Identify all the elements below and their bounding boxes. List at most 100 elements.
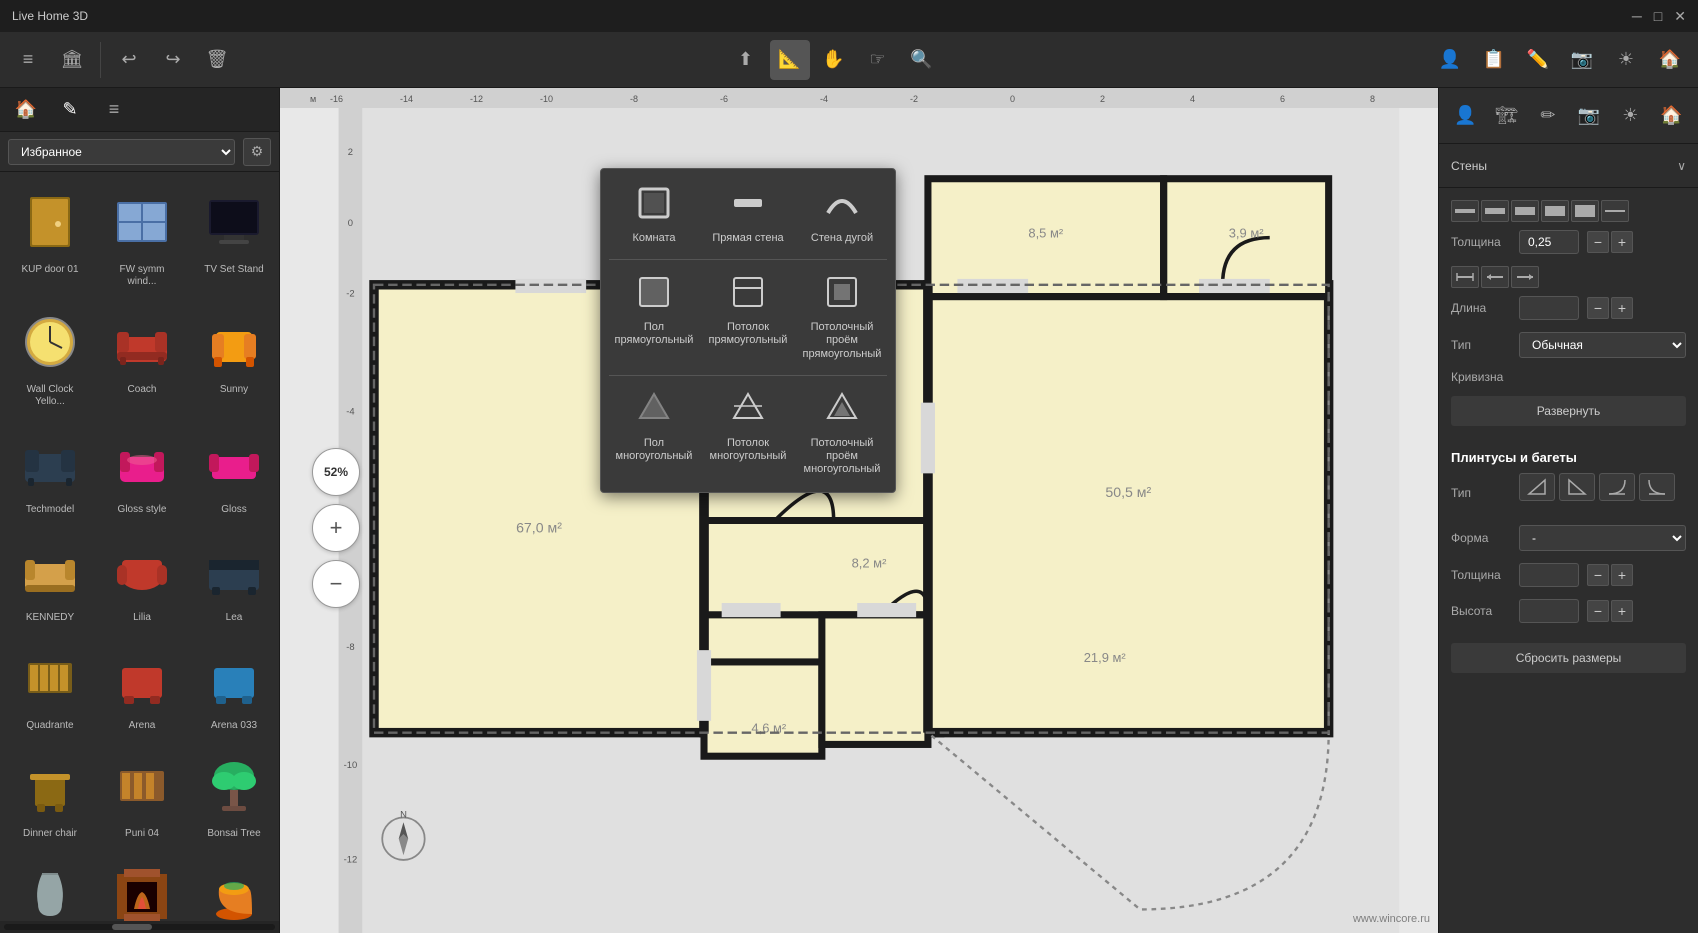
item-kennedy[interactable]: KENNEDY	[8, 528, 92, 628]
popup-rect-skylight[interactable]: Потолочный проём прямоугольный	[797, 266, 887, 369]
baseboard-height-input[interactable]	[1519, 599, 1579, 623]
build-mode-button[interactable]: 📐	[770, 40, 810, 80]
th-icon-3[interactable]	[1511, 200, 1539, 222]
th-icon-6[interactable]	[1601, 200, 1629, 222]
person-icon-btn[interactable]: 👤	[1430, 40, 1470, 80]
baseboard-thickness-plus[interactable]: +	[1611, 564, 1633, 586]
walk-mode-button[interactable]: ✋	[814, 40, 854, 80]
delete-button[interactable]: 🗑	[197, 40, 237, 80]
baseboard-height-minus[interactable]: −	[1587, 600, 1609, 622]
item-lea[interactable]: Lea	[192, 528, 276, 628]
right-tool-2[interactable]: 🏗	[1488, 96, 1525, 136]
reset-button[interactable]: Сбросить размеры	[1451, 643, 1686, 673]
popup-poly-floor[interactable]: Пол многоугольный	[609, 382, 699, 485]
right-tool-3[interactable]: ✏	[1529, 96, 1566, 136]
th-icon-2[interactable]	[1481, 200, 1509, 222]
draw-button[interactable]: ✏️	[1518, 40, 1558, 80]
tab-list[interactable]: ≡	[96, 92, 132, 128]
item-vase-teftonian[interactable]: Vase Teftonian	[8, 852, 92, 921]
type-select[interactable]: Обычная	[1519, 332, 1686, 358]
baseboard-type-icon-2[interactable]	[1559, 473, 1595, 501]
baseboard-thickness-input[interactable]	[1519, 563, 1579, 587]
length-minus[interactable]: −	[1587, 297, 1609, 319]
right-tool-1[interactable]: 👤	[1447, 96, 1484, 136]
item-sunny[interactable]: Sunny	[192, 300, 276, 412]
home-button[interactable]: 🏠	[1650, 40, 1690, 80]
popup-poly-skylight[interactable]: Потолочный проём многоугольный	[797, 382, 887, 485]
thickness-plus[interactable]: +	[1611, 231, 1633, 253]
th-icon-4[interactable]	[1541, 200, 1569, 222]
th-icon-1[interactable]	[1451, 200, 1479, 222]
camera-button[interactable]: 📷	[1562, 40, 1602, 80]
item-quadrante[interactable]: Quadrante	[8, 636, 92, 736]
popup-rect-ceiling[interactable]: Потолок прямоугольный	[703, 266, 793, 369]
right-tool-5[interactable]: ☀	[1612, 96, 1649, 136]
item-dinner-chair[interactable]: Dinner chair	[8, 744, 92, 844]
left-scrollbar[interactable]	[0, 921, 279, 933]
baseboard-type-icon-4[interactable]	[1639, 473, 1675, 501]
len-icon-3[interactable]	[1511, 266, 1539, 288]
zoom-out-button[interactable]: −	[312, 560, 360, 608]
search-button[interactable]: 🔍	[902, 40, 942, 80]
render-button[interactable]: ☀	[1606, 40, 1646, 80]
arc-wall-icon	[824, 185, 860, 228]
popup-rect-floor[interactable]: Пол прямоугольный	[609, 266, 699, 369]
baseboard-height-plus[interactable]: +	[1611, 600, 1633, 622]
tab-edit[interactable]: ✎	[52, 92, 88, 128]
item-gloss[interactable]: Gloss	[192, 420, 276, 520]
library-button[interactable]: 🏛	[52, 40, 92, 80]
item-tv-set-stand[interactable]: TV Set Stand	[192, 180, 276, 292]
item-arena-033[interactable]: Arena 033	[192, 636, 276, 736]
scrollbar-thumb[interactable]	[112, 924, 152, 930]
baseboard-type-icon-3[interactable]	[1599, 473, 1635, 501]
baseboard-shape-select[interactable]: -	[1519, 525, 1686, 551]
item-thumb-fw-symm-wind	[104, 184, 180, 260]
item-kup-door-01[interactable]: KUP door 01	[8, 180, 92, 292]
titlebar-controls[interactable]: ─ □ ✕	[1632, 8, 1686, 25]
popup-arc-wall[interactable]: Стена дугой	[797, 177, 887, 253]
blueprint-button[interactable]: 📋	[1474, 40, 1514, 80]
item-fireplace-brick[interactable]: Fireplace Brick	[100, 852, 184, 921]
item-puni-04[interactable]: Puni 04	[100, 744, 184, 844]
expand-button[interactable]: Развернуть	[1451, 396, 1686, 426]
redo-button[interactable]: ↪	[153, 40, 193, 80]
settings-button[interactable]: ⚙	[243, 138, 271, 166]
th-icon-5[interactable]	[1571, 200, 1599, 222]
menu-button[interactable]: ≡	[8, 40, 48, 80]
thickness-minus[interactable]: −	[1587, 231, 1609, 253]
item-pot[interactable]: Pot	[192, 852, 276, 921]
length-input[interactable]	[1519, 296, 1579, 320]
minimize-btn[interactable]: ─	[1632, 8, 1642, 25]
tab-home[interactable]: 🏠	[8, 92, 44, 128]
thickness-input[interactable]	[1519, 230, 1579, 254]
item-lilia[interactable]: Lilia	[100, 528, 184, 628]
item-coach[interactable]: Coach	[100, 300, 184, 412]
right-tool-6[interactable]: 🏠	[1653, 96, 1690, 136]
category-select[interactable]: Избранное	[8, 139, 235, 165]
popup-straight-wall[interactable]: Прямая стена	[703, 177, 793, 253]
zoom-in-button[interactable]: +	[312, 504, 360, 552]
item-wall-clock[interactable]: Wall Clock Yello...	[8, 300, 92, 412]
item-bonsai-tree[interactable]: Bonsai Tree	[192, 744, 276, 844]
maximize-btn[interactable]: □	[1654, 8, 1662, 25]
item-fw-symm-wind[interactable]: FW symm wind...	[100, 180, 184, 292]
canvas-area[interactable]: м -16 -14 -12 -10 -8 -6 -4 -2 0 2 4 6 8	[280, 88, 1438, 933]
poly-skylight-icon	[824, 390, 860, 433]
baseboard-type-icon-1[interactable]	[1519, 473, 1555, 501]
right-tool-4[interactable]: 📷	[1571, 96, 1608, 136]
len-icon-2[interactable]	[1481, 266, 1509, 288]
item-gloss-style[interactable]: Gloss style	[100, 420, 184, 520]
pan-button[interactable]: ☞	[858, 40, 898, 80]
close-btn[interactable]: ✕	[1674, 8, 1686, 25]
scrollbar-track[interactable]	[4, 924, 275, 930]
undo-button[interactable]: ↩	[109, 40, 149, 80]
panel-expand-icon[interactable]: ∨	[1677, 159, 1686, 173]
len-icon-1[interactable]	[1451, 266, 1479, 288]
popup-room[interactable]: Комната	[609, 177, 699, 253]
length-plus[interactable]: +	[1611, 297, 1633, 319]
baseboard-thickness-minus[interactable]: −	[1587, 564, 1609, 586]
cursor-button[interactable]: ⬆	[726, 40, 766, 80]
item-arena[interactable]: Arena	[100, 636, 184, 736]
popup-poly-ceiling[interactable]: Потолок многоугольный	[703, 382, 793, 485]
item-techmodel[interactable]: Techmodel	[8, 420, 92, 520]
